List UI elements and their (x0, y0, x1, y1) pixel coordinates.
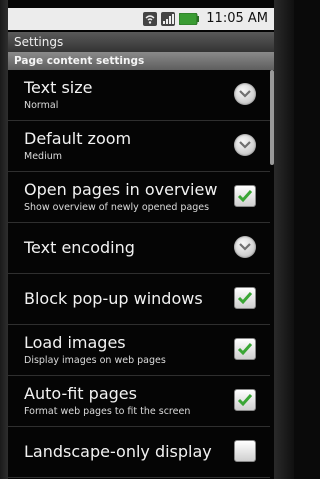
checkmark-icon (237, 292, 253, 305)
setting-title: Block pop-up windows (24, 289, 203, 308)
scrollbar[interactable] (270, 70, 274, 165)
battery-icon (179, 13, 199, 25)
setting-title: Load images (24, 333, 126, 352)
setting-summary: Show overview of newly opened pages (24, 202, 210, 213)
wifi-icon (143, 12, 157, 26)
setting-default-zoom[interactable]: Default zoom Medium (8, 121, 270, 172)
checkmark-icon (237, 190, 253, 203)
setting-load-images[interactable]: Load images Display images on web pages (8, 325, 270, 376)
chevron-down-icon[interactable] (234, 236, 256, 258)
phone-screen: 11:05 AM Settings Page content settings … (8, 0, 274, 479)
checkbox-unchecked[interactable] (234, 440, 256, 462)
device-bezel-left (0, 0, 8, 479)
setting-title: Default zoom (24, 129, 132, 148)
status-icons (143, 11, 199, 27)
signal-strength-icon (161, 12, 175, 26)
checkbox-checked[interactable] (234, 287, 256, 309)
setting-block-popups[interactable]: Block pop-up windows (8, 274, 270, 325)
checkmark-icon (237, 394, 253, 407)
setting-landscape-only[interactable]: Landscape-only display (8, 427, 270, 478)
setting-title: Text size (24, 78, 93, 97)
setting-summary: Format web pages to fit the screen (24, 406, 191, 417)
checkbox-checked[interactable] (234, 185, 256, 207)
chevron-down-icon[interactable] (234, 134, 256, 156)
setting-title: Text encoding (24, 238, 135, 257)
status-bar: 11:05 AM (8, 8, 274, 30)
chevron-down-icon[interactable] (234, 83, 256, 105)
setting-text-size[interactable]: Text size Normal (8, 70, 270, 121)
device-bezel-right (274, 0, 294, 479)
setting-title: Landscape-only display (24, 442, 212, 461)
setting-auto-fit-pages[interactable]: Auto-fit pages Format web pages to fit t… (8, 376, 270, 427)
setting-summary: Medium (24, 151, 62, 162)
clock: 11:05 AM (206, 11, 268, 26)
setting-text-encoding[interactable]: Text encoding (8, 223, 270, 274)
setting-title: Auto-fit pages (24, 384, 137, 403)
setting-open-pages-overview[interactable]: Open pages in overview Show overview of … (8, 172, 270, 223)
settings-list: Text size Normal Default zoom Medium Ope… (8, 70, 270, 478)
setting-summary: Normal (24, 100, 59, 111)
window-title: Settings (8, 32, 274, 52)
checkbox-checked[interactable] (234, 389, 256, 411)
setting-title: Open pages in overview (24, 180, 218, 199)
section-header: Page content settings (8, 52, 274, 70)
setting-summary: Display images on web pages (24, 355, 166, 366)
checkmark-icon (237, 343, 253, 356)
checkbox-checked[interactable] (234, 338, 256, 360)
